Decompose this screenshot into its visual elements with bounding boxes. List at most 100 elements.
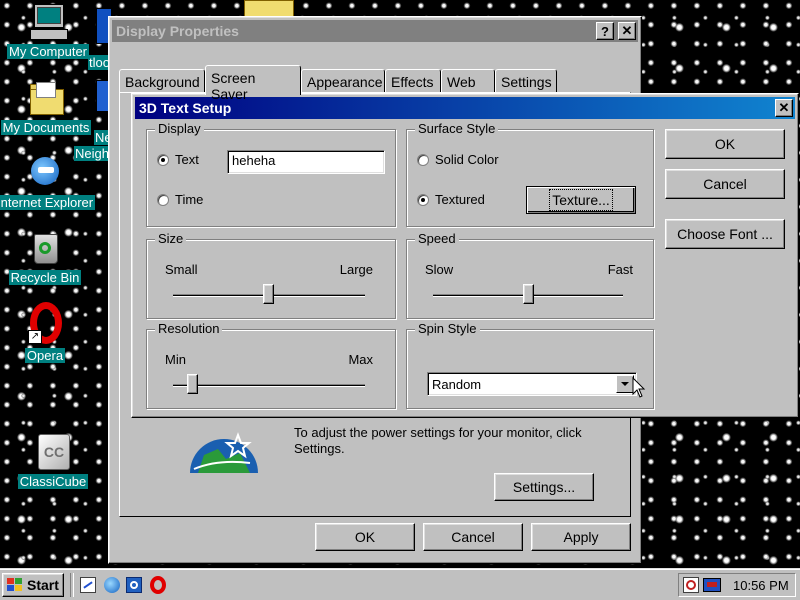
time-radio[interactable] bbox=[157, 194, 169, 206]
tab-background[interactable]: Background bbox=[119, 69, 205, 93]
group-label: Resolution bbox=[155, 321, 223, 337]
quick-launch-outlook-icon[interactable] bbox=[126, 577, 142, 593]
desktop-icon-my-computer[interactable]: My Computer bbox=[0, 2, 98, 59]
energy-star-logo bbox=[188, 429, 260, 473]
classicube-icon: CC bbox=[33, 432, 73, 472]
help-icon: ? bbox=[601, 23, 609, 39]
texture-button[interactable]: Texture... bbox=[526, 186, 636, 214]
ok-button[interactable]: OK bbox=[665, 129, 785, 159]
tab-label: Appearance bbox=[307, 74, 383, 90]
desktop-icon-opera[interactable]: ↗ Opera bbox=[0, 302, 95, 363]
computer-icon bbox=[28, 2, 68, 42]
3d-text-setup-dialog: 3D Text Setup ✕ Display Text heheha Time… bbox=[131, 93, 799, 418]
quick-launch-opera-icon[interactable] bbox=[150, 576, 166, 594]
tab-label: Background bbox=[125, 74, 200, 90]
button-label: OK bbox=[354, 529, 376, 545]
network-icon[interactable] bbox=[703, 578, 721, 592]
system-tray: 10:56 PM bbox=[678, 573, 796, 597]
folder-icon bbox=[26, 78, 66, 118]
solid-color-radio-label: Solid Color bbox=[435, 152, 499, 167]
button-label: Cancel bbox=[451, 529, 495, 545]
tab-label: Web bbox=[447, 74, 476, 90]
choose-font-button[interactable]: Choose Font ... bbox=[665, 219, 785, 249]
taskbar-separator bbox=[70, 573, 74, 597]
desktop-icon-classicube[interactable]: CC ClassiCube bbox=[3, 432, 103, 489]
taskbar: Start 10:56 PM bbox=[0, 568, 800, 600]
desktop-icon-my-documents[interactable]: My Documents bbox=[0, 78, 96, 135]
tab-effects[interactable]: Effects bbox=[385, 69, 441, 93]
desktop-icon-label: Internet Explorer bbox=[0, 195, 96, 210]
size-slider-thumb[interactable] bbox=[263, 284, 274, 304]
recycle-bin-icon bbox=[25, 228, 65, 268]
time-radio-label: Time bbox=[175, 192, 204, 207]
display-group: Display Text heheha Time bbox=[146, 121, 396, 227]
resolution-slider-thumb[interactable] bbox=[187, 374, 198, 394]
slider-max-label: Max bbox=[348, 352, 373, 367]
spin-style-select[interactable]: Random bbox=[427, 372, 637, 396]
cancel-button[interactable]: Cancel bbox=[423, 523, 523, 551]
text-input[interactable]: heheha bbox=[227, 150, 385, 174]
text-radio-label: Text bbox=[175, 152, 199, 167]
tab-screen-saver[interactable]: Screen Saver bbox=[205, 65, 301, 102]
tab-web[interactable]: Web bbox=[441, 69, 495, 93]
apply-button[interactable]: Apply bbox=[531, 523, 631, 551]
quick-launch-internet-explorer-icon[interactable] bbox=[104, 577, 120, 593]
button-label: OK bbox=[714, 136, 736, 152]
surface-style-group: Surface Style Solid Color Textured Textu… bbox=[406, 121, 654, 227]
solid-color-radio[interactable] bbox=[417, 154, 429, 166]
mouse-cursor-icon bbox=[632, 377, 646, 398]
close-button[interactable]: ✕ bbox=[618, 22, 636, 40]
clock[interactable]: 10:56 PM bbox=[733, 578, 789, 593]
text-input-value: heheha bbox=[232, 153, 276, 168]
desktop-icon-label: Recycle Bin bbox=[8, 270, 82, 285]
slider-max-label: Large bbox=[339, 262, 373, 277]
button-label: Apply bbox=[563, 529, 599, 545]
slider-min-label: Slow bbox=[425, 262, 454, 277]
button-label: Settings... bbox=[512, 479, 576, 495]
chevron-down-icon bbox=[621, 382, 629, 386]
group-label: Spin Style bbox=[415, 321, 480, 337]
power-settings-button[interactable]: Settings... bbox=[494, 473, 594, 501]
tab-label: Settings bbox=[501, 74, 552, 90]
close-icon: ✕ bbox=[778, 100, 790, 115]
group-label: Speed bbox=[415, 231, 459, 247]
dialog-title: 3D Text Setup bbox=[139, 100, 232, 116]
group-label: Surface Style bbox=[415, 121, 499, 137]
button-label: Choose Font ... bbox=[677, 226, 773, 242]
spin-style-group: Spin Style Random bbox=[406, 321, 654, 409]
close-button[interactable]: ✕ bbox=[775, 99, 793, 117]
internet-explorer-icon bbox=[25, 153, 65, 193]
cancel-button[interactable]: Cancel bbox=[665, 169, 785, 199]
group-label: Size bbox=[155, 231, 187, 247]
ok-button[interactable]: OK bbox=[315, 523, 415, 551]
opera-icon: ↗ bbox=[25, 302, 65, 346]
button-label: Texture... bbox=[549, 189, 613, 211]
resolution-group: Resolution Min Max bbox=[146, 321, 396, 409]
textured-radio[interactable] bbox=[417, 194, 429, 206]
desktop-icon-recycle-bin[interactable]: Recycle Bin bbox=[0, 228, 95, 285]
tab-appearance[interactable]: Appearance bbox=[301, 69, 385, 93]
slider-min-label: Min bbox=[165, 352, 186, 367]
desktop-icon-label: My Computer bbox=[6, 44, 90, 59]
desktop-icon-label: Opera bbox=[24, 348, 66, 363]
slider-max-label: Fast bbox=[607, 262, 633, 277]
help-button[interactable]: ? bbox=[596, 22, 614, 40]
size-group: Size Small Large bbox=[146, 231, 396, 319]
tab-settings[interactable]: Settings bbox=[495, 69, 557, 93]
close-icon: ✕ bbox=[621, 23, 633, 38]
speed-slider-thumb[interactable] bbox=[523, 284, 534, 304]
tab-label: Effects bbox=[391, 74, 434, 90]
textured-radio-label: Textured bbox=[435, 192, 485, 207]
windows-logo-icon bbox=[7, 578, 23, 592]
power-settings-text: To adjust the power settings for your mo… bbox=[294, 425, 582, 456]
start-button[interactable]: Start bbox=[2, 573, 64, 597]
text-radio[interactable] bbox=[157, 154, 169, 166]
desktop-icon-label: ClassiCube bbox=[17, 474, 89, 489]
title-bar-inactive[interactable]: Display Properties ? ✕ bbox=[112, 20, 638, 42]
desktop-icon-label: My Documents bbox=[0, 120, 92, 135]
desktop-icon-internet-explorer[interactable]: Internet Explorer bbox=[0, 153, 96, 210]
quick-launch-show-desktop-icon[interactable] bbox=[80, 577, 96, 593]
window-title: Display Properties bbox=[116, 23, 239, 39]
scheduler-icon[interactable] bbox=[683, 577, 699, 593]
group-label: Display bbox=[155, 121, 204, 137]
